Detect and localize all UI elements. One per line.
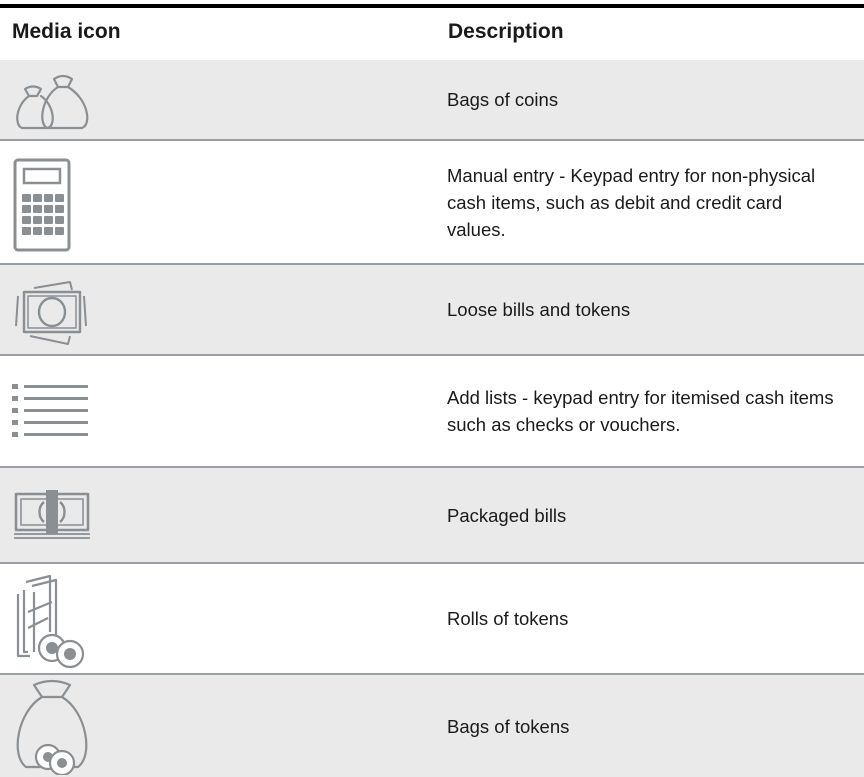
row-description-text: Bags of coins (447, 89, 559, 110)
table-header: Media icon Description (0, 8, 864, 60)
row-description-text: Packaged bills (447, 504, 567, 526)
table-row: Packaged bills (0, 468, 864, 564)
table-row: Add lists - keypad entry for itemised ca… (0, 356, 864, 468)
row-description-text: Rolls of tokens (447, 608, 569, 629)
table-row: Rolls of tokens (0, 564, 864, 675)
packaged-bills-icon (12, 480, 102, 552)
row-description: Add lists - keypad entry for itemised ca… (447, 356, 837, 466)
column-header-media-icon: Media icon (12, 20, 121, 43)
loose-bills-icon (12, 271, 102, 351)
row-description: Bags of coins (447, 60, 852, 139)
row-description: Manual entry - Keypad entry for non-phys… (447, 141, 837, 263)
row-description: Bags of tokens (447, 675, 852, 777)
money-bags-icon (12, 64, 102, 137)
table-row: Bags of tokens (0, 675, 864, 777)
list-icon (12, 376, 102, 448)
table-row: Loose bills and tokens (0, 265, 864, 356)
row-description: Loose bills and tokens (447, 265, 852, 354)
table-row: Bags of coins (0, 60, 864, 141)
row-description-text: Add lists - keypad entry for itemised ca… (447, 387, 834, 435)
row-description-text: Loose bills and tokens (447, 299, 631, 320)
token-rolls-icon (12, 572, 102, 668)
row-description: Packaged bills (447, 468, 852, 562)
table-row: Manual entry - Keypad entry for non-phys… (0, 141, 864, 265)
column-header-description: Description (448, 20, 564, 43)
row-description: Rolls of tokens (447, 564, 852, 673)
row-description-text: Bags of tokens (447, 715, 570, 737)
calculator-icon (12, 158, 102, 252)
token-bag-icon (12, 679, 102, 775)
row-description-text: Manual entry - Keypad entry for non-phys… (447, 164, 816, 240)
